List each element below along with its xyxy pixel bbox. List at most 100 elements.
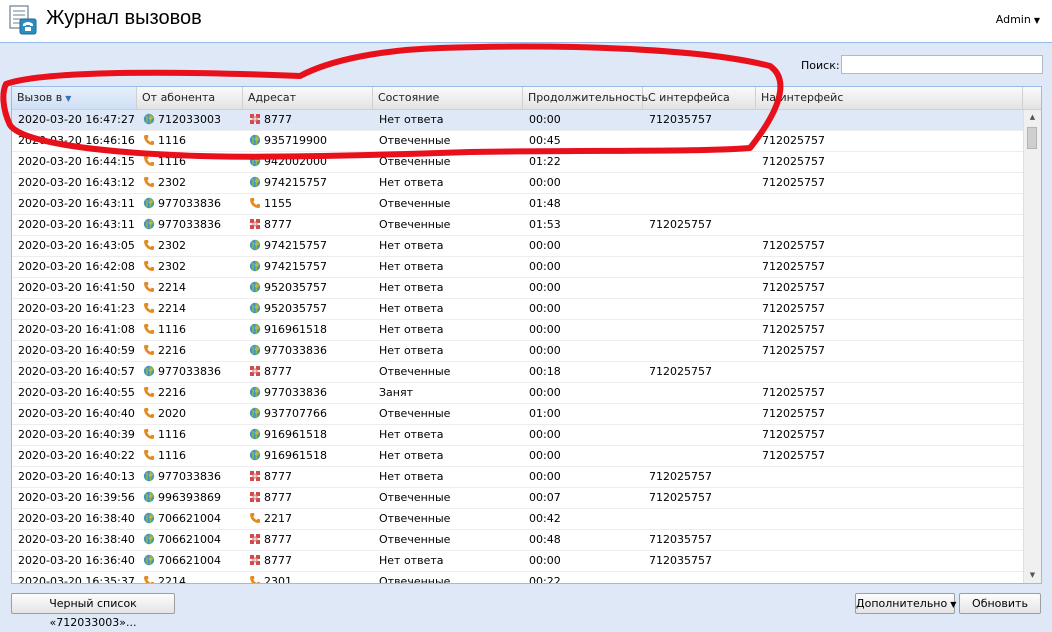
cell-duration-text: 00:00 — [529, 344, 561, 357]
cell-call-time: 2020-03-20 16:40:59 — [12, 341, 137, 361]
column-header-state[interactable]: Состояние — [373, 87, 523, 109]
cell-duration: 00:00 — [523, 341, 643, 361]
cell-from-text: 2020 — [158, 407, 186, 420]
scroll-up-icon[interactable]: ▲ — [1024, 110, 1041, 125]
cell-from-interface — [643, 383, 756, 403]
cell-call-time: 2020-03-20 16:35:37 — [12, 572, 137, 583]
cell-duration-text: 00:18 — [529, 365, 561, 378]
globe-icon — [249, 259, 261, 272]
cell-call-time: 2020-03-20 16:36:40 — [12, 551, 137, 571]
cell-state: Отвеченные — [373, 131, 523, 151]
table-row[interactable]: 2020-03-20 16:41:50 2214 952035757 Нет отве… — [12, 278, 1023, 299]
user-menu[interactable]: Admin ▼ — [996, 13, 1040, 26]
cell-to-interface: 712025757 — [756, 320, 1023, 340]
column-header-from[interactable]: От абонента — [137, 87, 243, 109]
cell-from-text: 712033003 — [158, 113, 221, 126]
table-row[interactable]: 2020-03-20 16:40:57 977033836 8777 Отвеченн… — [12, 362, 1023, 383]
cell-duration-text: 00:00 — [529, 260, 561, 273]
cell-from-interface: 712025757 — [643, 215, 756, 235]
table-row[interactable]: 2020-03-20 16:41:08 1116 916961518 Нет отве… — [12, 320, 1023, 341]
cell-to: 1155 — [243, 194, 373, 214]
cell-duration: 00:00 — [523, 425, 643, 445]
cell-call-time: 2020-03-20 16:40:39 — [12, 425, 137, 445]
table-row[interactable]: 2020-03-20 16:40:59 2216 977033836 Нет отве… — [12, 341, 1023, 362]
cell-duration: 00:18 — [523, 362, 643, 382]
cell-to: 977033836 — [243, 383, 373, 403]
globe-icon — [249, 154, 261, 167]
column-header-from-interface[interactable]: С интерфейса — [643, 87, 756, 109]
column-header-to[interactable]: Адресат — [243, 87, 373, 109]
table-row[interactable]: 2020-03-20 16:40:22 1116 916961518 Нет отве… — [12, 446, 1023, 467]
table-row[interactable]: 2020-03-20 16:40:55 2216 977033836 Занят 00:… — [12, 383, 1023, 404]
table-row[interactable]: 2020-03-20 16:43:12 2302 974215757 Нет отве… — [12, 173, 1023, 194]
cell-to-text: 952035757 — [264, 302, 327, 315]
cell-call-time-text: 2020-03-20 16:43:12 — [18, 176, 135, 189]
table-row[interactable]: 2020-03-20 16:41:23 2214 952035757 Нет отве… — [12, 299, 1023, 320]
column-header-call-time[interactable]: Вызов в ▼ — [12, 87, 137, 109]
vertical-scrollbar[interactable]: ▲ ▼ — [1023, 110, 1041, 583]
cell-to-interface-text: 712025757 — [762, 176, 825, 189]
cell-state: Отвеченные — [373, 572, 523, 583]
blacklist-button[interactable]: Черный список «712033003»... — [11, 593, 175, 629]
scroll-thumb[interactable] — [1027, 127, 1037, 149]
search-input[interactable] — [841, 55, 1043, 74]
cell-duration-text: 00:00 — [529, 113, 561, 126]
table-row[interactable]: 2020-03-20 16:43:11 977033836 1155 Отвеченн… — [12, 194, 1023, 215]
cell-to-interface: 712025757 — [756, 152, 1023, 172]
cell-state: Отвеченные — [373, 488, 523, 508]
more-button[interactable]: Дополнительно ▼ — [855, 593, 957, 614]
cell-state: Нет ответа — [373, 341, 523, 361]
cell-call-time-text: 2020-03-20 16:35:37 — [18, 575, 135, 583]
cell-to-interface — [756, 530, 1023, 550]
table-row[interactable]: 2020-03-20 16:46:16 1116 935719900 Отвеченн… — [12, 131, 1023, 152]
table-row[interactable]: 2020-03-20 16:38:40 706621004 8777 Отвеченн… — [12, 530, 1023, 551]
phone-icon — [249, 511, 261, 523]
cell-to-text: 8777 — [264, 113, 292, 126]
chevron-down-icon: ▼ — [950, 600, 957, 609]
table-row[interactable]: 2020-03-20 16:43:05 2302 974215757 Нет отве… — [12, 236, 1023, 257]
table-row[interactable]: 2020-03-20 16:44:15 1116 942002000 Отвеченн… — [12, 152, 1023, 173]
table-row[interactable]: 2020-03-20 16:39:56 996393869 8777 Отвеченн… — [12, 488, 1023, 509]
column-label: Состояние — [378, 91, 440, 104]
table-row[interactable]: 2020-03-20 16:42:08 2302 974215757 Нет отве… — [12, 257, 1023, 278]
cell-state: Нет ответа — [373, 467, 523, 487]
table-row[interactable]: 2020-03-20 16:40:39 1116 916961518 Нет отве… — [12, 425, 1023, 446]
scroll-down-icon[interactable]: ▼ — [1024, 568, 1041, 583]
cell-from-interface-text: 712035757 — [649, 113, 712, 126]
cell-call-time: 2020-03-20 16:40:40 — [12, 404, 137, 424]
cell-duration: 00:00 — [523, 173, 643, 193]
cell-from-interface — [643, 194, 756, 214]
cell-from: 706621004 — [137, 530, 243, 550]
queue-icon — [249, 469, 261, 481]
table-row[interactable]: 2020-03-20 16:40:40 2020 937707766 Отвеченн… — [12, 404, 1023, 425]
table-row[interactable]: 2020-03-20 16:36:40 706621004 8777 Нет отве… — [12, 551, 1023, 572]
cell-to: 8777 — [243, 362, 373, 382]
cell-duration-text: 01:53 — [529, 218, 561, 231]
cell-state-text: Нет ответа — [379, 260, 444, 273]
cell-from-text: 706621004 — [158, 512, 221, 525]
cell-state: Нет ответа — [373, 278, 523, 298]
cell-state: Нет ответа — [373, 110, 523, 130]
cell-to-text: 8777 — [264, 365, 292, 378]
cell-to-text: 916961518 — [264, 323, 327, 336]
cell-duration-text: 00:00 — [529, 176, 561, 189]
queue-icon — [249, 364, 261, 376]
cell-call-time-text: 2020-03-20 16:38:40 — [18, 533, 135, 546]
globe-icon — [249, 406, 261, 419]
cell-to: 916961518 — [243, 320, 373, 340]
table-row[interactable]: 2020-03-20 16:35:37 2214 2301 Отвеченные 00:… — [12, 572, 1023, 583]
table-row[interactable]: 2020-03-20 16:43:11 977033836 8777 Отвеченн… — [12, 215, 1023, 236]
cell-from-interface — [643, 257, 756, 277]
table-row[interactable]: 2020-03-20 16:40:13 977033836 8777 Нет отве… — [12, 467, 1023, 488]
table-row[interactable]: 2020-03-20 16:38:40 706621004 2217 Отвеченн… — [12, 509, 1023, 530]
cell-from: 977033836 — [137, 362, 243, 382]
column-header-duration[interactable]: Продолжительность — [523, 87, 648, 109]
refresh-button[interactable]: Обновить — [959, 593, 1041, 614]
cell-call-time: 2020-03-20 16:39:56 — [12, 488, 137, 508]
column-header-to-interface[interactable]: На интерфейс — [756, 87, 1023, 109]
table-row[interactable]: 2020-03-20 16:47:27 712033003 8777 Нет отве… — [12, 110, 1023, 131]
cell-from-interface — [643, 173, 756, 193]
globe-icon — [249, 385, 261, 398]
cell-duration-text: 01:22 — [529, 155, 561, 168]
cell-to: 974215757 — [243, 173, 373, 193]
